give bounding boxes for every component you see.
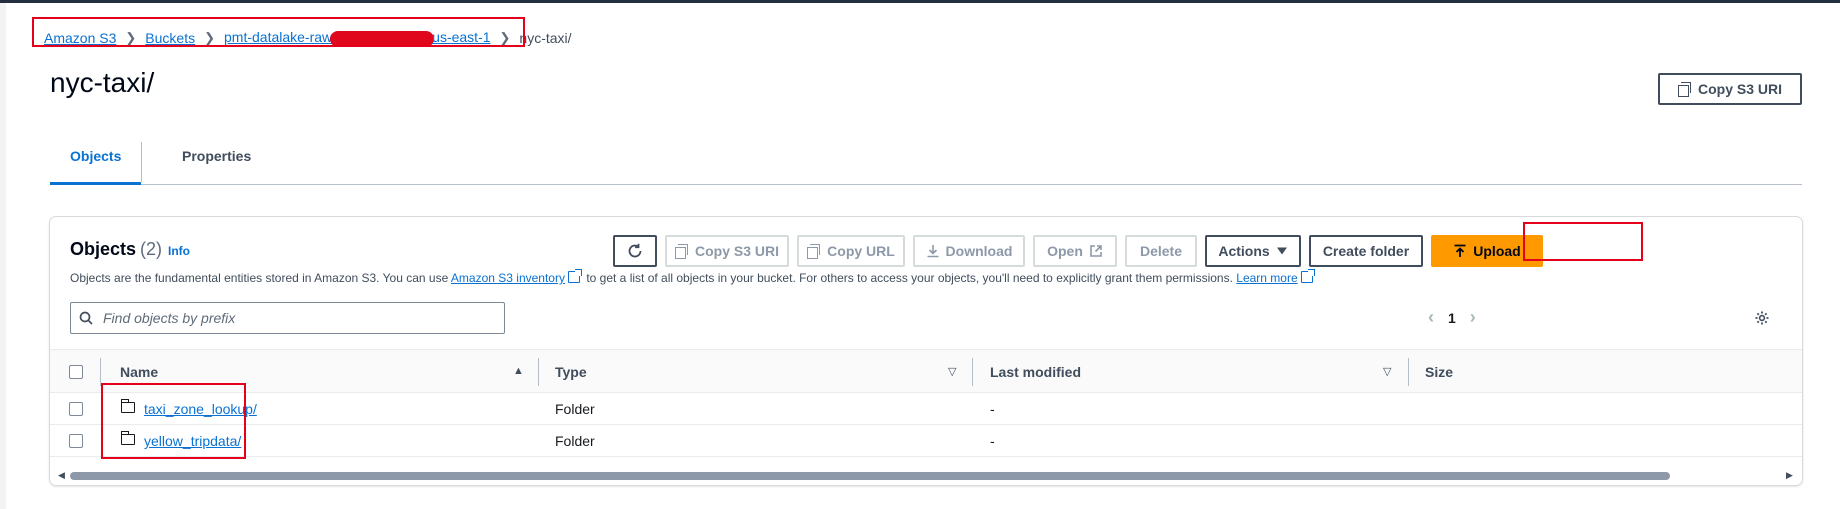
upload-button[interactable]: Upload [1431, 235, 1543, 267]
external-link-icon [1300, 269, 1315, 283]
scroll-left-arrow[interactable]: ◀ [58, 470, 65, 481]
page: Amazon S3 ❯ Buckets ❯ pmt-datalake-raw us… [6, 3, 1840, 509]
copy-s3-uri-button[interactable]: Copy S3 URI [1658, 73, 1802, 105]
objects-panel: Objects (2) Info Objects are the fundamen… [50, 217, 1802, 485]
objects-description: Objects are the fundamental entities sto… [70, 269, 1316, 285]
create-folder-label: Create folder [1322, 243, 1410, 259]
page-title: nyc-taxi/ [50, 67, 155, 98]
copy-icon [807, 244, 821, 259]
object-type: Folder [555, 433, 595, 449]
chevron-right-icon: ❯ [499, 30, 511, 45]
copy-icon [1677, 82, 1692, 97]
copy-url-button[interactable]: Copy URL [797, 235, 905, 267]
sort-icon[interactable]: ▽ [1383, 365, 1391, 378]
select-all-checkbox[interactable] [69, 365, 83, 379]
column-divider [972, 358, 973, 386]
breadcrumb: Amazon S3 ❯ Buckets ❯ pmt-datalake-raw us… [44, 25, 572, 51]
sort-icon[interactable]: ▽ [948, 365, 956, 378]
bucket-name-suffix: us-east-1 [432, 29, 491, 46]
download-icon [927, 245, 939, 258]
delete-button[interactable]: Delete [1125, 235, 1197, 267]
search-box [70, 302, 505, 334]
tab-divider [141, 142, 142, 182]
column-divider [538, 358, 539, 386]
learn-more-link[interactable]: Learn more [1236, 271, 1297, 285]
create-folder-button[interactable]: Create folder [1309, 235, 1423, 267]
open-label: Open [1047, 243, 1083, 259]
inventory-link[interactable]: Amazon S3 inventory [451, 271, 565, 285]
breadcrumb-amazon-s3[interactable]: Amazon S3 [44, 30, 116, 46]
row-checkbox[interactable] [69, 402, 83, 416]
next-page-button[interactable]: › [1470, 307, 1476, 328]
objects-panel-title: Objects (2) [70, 239, 162, 260]
tab-bar: Objects Properties [50, 140, 1802, 185]
actions-label: Actions [1218, 243, 1270, 259]
download-label: Download [945, 243, 1013, 259]
upload-icon [1454, 244, 1466, 257]
delete-label: Delete [1139, 243, 1183, 259]
refresh-icon [628, 243, 642, 258]
bucket-name-prefix: pmt-datalake-raw [224, 29, 333, 46]
objects-title: Objects [70, 239, 137, 259]
table-row: taxi_zone_lookup/ Folder - [50, 393, 1802, 425]
info-link[interactable]: Info [168, 244, 190, 258]
page-number[interactable]: 1 [1448, 310, 1456, 326]
column-header-last-modified[interactable]: Last modified [990, 364, 1081, 380]
object-name-link[interactable]: yellow_tripdata/ [144, 433, 241, 449]
desc-text-1: Objects are the fundamental entities sto… [70, 271, 449, 285]
copy-url-label: Copy URL [827, 243, 895, 259]
external-link-icon [567, 269, 582, 283]
object-last-modified: - [990, 401, 995, 417]
external-link-icon [1090, 245, 1102, 257]
column-divider [100, 358, 101, 386]
copy-s3-uri-toolbar-button[interactable]: Copy S3 URI [665, 235, 789, 267]
open-button[interactable]: Open [1033, 235, 1117, 267]
folder-icon [120, 431, 135, 445]
horizontal-scrollbar[interactable] [70, 472, 1670, 480]
breadcrumb-bucket[interactable]: pmt-datalake-raw us-east-1 [224, 29, 491, 47]
download-button[interactable]: Download [913, 235, 1025, 267]
object-type: Folder [555, 401, 595, 417]
scroll-right-arrow[interactable]: ▶ [1786, 470, 1793, 481]
tab-properties[interactable]: Properties [162, 140, 271, 184]
folder-icon [120, 399, 135, 413]
search-input[interactable] [101, 309, 481, 327]
previous-page-button[interactable]: ‹ [1428, 307, 1434, 328]
copy-s3-uri-toolbar-label: Copy S3 URI [694, 243, 779, 259]
upload-label: Upload [1473, 243, 1521, 259]
gear-icon[interactable] [1754, 310, 1770, 326]
object-name-link[interactable]: taxi_zone_lookup/ [144, 401, 257, 417]
desc-text-2: to get a list of all objects in your buc… [586, 271, 1233, 285]
tab-objects[interactable]: Objects [50, 140, 142, 185]
actions-dropdown[interactable]: Actions [1205, 235, 1301, 267]
caret-down-icon [1276, 247, 1287, 255]
pagination: ‹ 1 › [1428, 307, 1476, 328]
column-header-size[interactable]: Size [1425, 364, 1453, 380]
object-last-modified: - [990, 433, 995, 449]
objects-count: (2) [140, 239, 163, 259]
sort-ascending-icon[interactable]: ▲ [513, 365, 524, 377]
redaction-mark [330, 30, 435, 47]
search-icon [79, 311, 93, 325]
refresh-button[interactable] [613, 235, 657, 267]
column-divider [1408, 358, 1409, 386]
copy-s3-uri-label: Copy S3 URI [1697, 81, 1782, 97]
table-row: yellow_tripdata/ Folder - [50, 425, 1802, 457]
row-checkbox[interactable] [69, 434, 83, 448]
breadcrumb-current: nyc-taxi/ [519, 30, 572, 46]
column-header-type[interactable]: Type [555, 364, 587, 380]
table-header: Name ▲ Type ▽ Last modified ▽ Size [50, 349, 1802, 393]
copy-icon [674, 244, 689, 259]
breadcrumb-buckets[interactable]: Buckets [145, 30, 195, 46]
chevron-right-icon: ❯ [125, 30, 137, 45]
chevron-right-icon: ❯ [204, 30, 215, 45]
column-header-name[interactable]: Name [120, 364, 158, 380]
